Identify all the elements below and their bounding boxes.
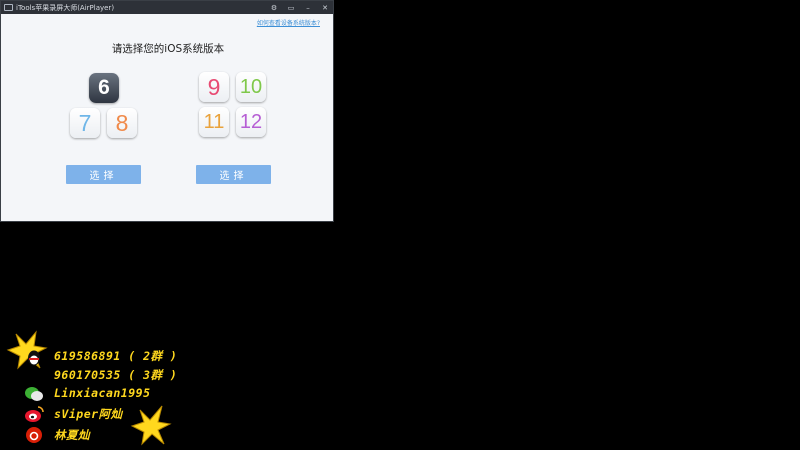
ios8-icon[interactable]: 8 [107, 108, 137, 138]
ios7-icon[interactable]: 7 [70, 108, 100, 138]
page-title: 请选择您的iOS系统版本 [111, 43, 225, 55]
settings-icon[interactable]: ⚙ [270, 4, 278, 12]
wechat-icon [25, 387, 43, 401]
ios9-icon[interactable]: 9 [199, 72, 229, 102]
title-bar: iTools苹果录屏大师(AirPlayer) ⚙ ▭ – ✕ [1, 1, 333, 14]
close-icon[interactable]: ✕ [321, 4, 329, 12]
minimize-icon[interactable]: – [304, 4, 312, 12]
restore-icon[interactable]: ▭ [287, 4, 295, 12]
app-icon [4, 4, 13, 11]
window-title: iTools苹果录屏大师(AirPlayer) [16, 3, 115, 12]
select-button-right[interactable]: 选择 [196, 165, 271, 184]
netease-id: 林夏灿 [54, 428, 90, 442]
ios12-icon[interactable]: 12 [236, 107, 266, 137]
lightning-burst-icon [130, 405, 172, 446]
qq-group-3: 960170535 ( 3群 ) [54, 368, 178, 382]
qq-icon [28, 350, 40, 366]
ios6-icon[interactable]: 6 [89, 73, 119, 103]
ios10-icon[interactable]: 10 [236, 72, 266, 102]
ios11-icon[interactable]: 11 [199, 107, 229, 137]
wechat-id: Linxiacan1995 [54, 386, 151, 400]
window-controls: ⚙ ▭ – ✕ [270, 1, 329, 14]
itools-airplayer-window: iTools苹果录屏大师(AirPlayer) ⚙ ▭ – ✕ 如何查看设备系统… [0, 0, 334, 222]
qq-group-2: 619586891 ( 2群 ) [54, 349, 178, 363]
weibo-id: sViper阿灿 [54, 407, 123, 421]
select-button-left[interactable]: 选择 [66, 165, 141, 184]
help-link[interactable]: 如何查看设备系统版本? [257, 18, 320, 27]
weibo-icon [25, 406, 44, 422]
netease-music-icon [26, 427, 42, 443]
